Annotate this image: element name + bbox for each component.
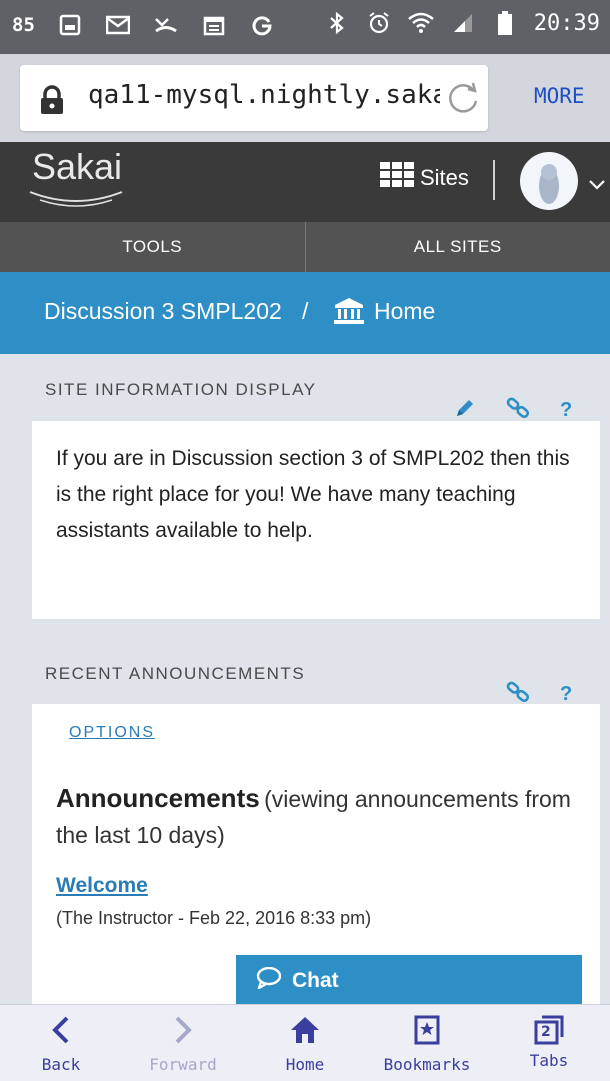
- site-info-tool-icons: ?: [454, 396, 572, 424]
- sakai-header: Sakai Sites: [0, 142, 610, 222]
- back-label: Back: [41, 1055, 81, 1074]
- home-label: Home: [285, 1055, 325, 1074]
- url-field[interactable]: qa11-mysql.nightly.sakai: [20, 65, 488, 131]
- sites-label: Sites: [420, 165, 469, 190]
- breadcrumb-separator: /: [302, 298, 309, 324]
- browser-toolbar: qa11-mysql.nightly.sakai MORE: [0, 54, 610, 142]
- institution-icon: [333, 297, 365, 329]
- status-number: 85: [12, 14, 35, 36]
- chat-button[interactable]: Chat: [236, 955, 582, 1007]
- chevron-down-icon[interactable]: [588, 176, 606, 195]
- browser-bottom-nav: Back Forward Home Bookmarks 2 Tabs: [0, 1004, 610, 1081]
- battery-icon: [492, 10, 518, 36]
- wifi-icon: [407, 10, 434, 36]
- forward-button[interactable]: Forward: [122, 1005, 244, 1081]
- grid-icon: [380, 162, 414, 194]
- site-info-title: SITE INFORMATION DISPLAY: [45, 380, 317, 399]
- link-icon[interactable]: [506, 396, 530, 424]
- back-arrow-icon: [50, 1015, 72, 1049]
- gallery-icon: [57, 12, 83, 38]
- back-button[interactable]: Back: [0, 1005, 122, 1081]
- breadcrumb-page: Home: [374, 298, 436, 324]
- tabs-icon: 2: [534, 1015, 564, 1045]
- help-icon[interactable]: ?: [560, 683, 572, 706]
- bookmarks-label: Bookmarks: [383, 1055, 471, 1074]
- tab-tools[interactable]: TOOLS: [0, 222, 305, 272]
- chat-bubble-icon: [256, 966, 282, 995]
- sakai-logo[interactable]: Sakai: [32, 146, 122, 188]
- forward-arrow-icon: [172, 1015, 194, 1049]
- missed-call-icon: [153, 12, 179, 38]
- site-info-text: If you are in Discussion section 3 of SM…: [56, 447, 570, 542]
- bluetooth-icon: [324, 10, 350, 36]
- avatar[interactable]: [520, 152, 578, 210]
- tab-all-sites[interactable]: ALL SITES: [304, 222, 610, 272]
- options-link[interactable]: OPTIONS: [69, 724, 155, 742]
- sites-button[interactable]: Sites: [380, 162, 469, 194]
- status-bar: 85 20:39: [0, 0, 610, 54]
- announcements-title: RECENT ANNOUNCEMENTS: [45, 664, 306, 683]
- breadcrumb: Discussion 3 SMPL202 / Home: [0, 272, 610, 354]
- url-text: qa11-mysql.nightly.sakai: [88, 80, 440, 110]
- announcements-heading-title: Announcements: [56, 783, 260, 813]
- announcement-meta: (The Instructor - Feb 22, 2016 8:33 pm): [56, 908, 372, 928]
- forward-label: Forward: [149, 1055, 217, 1074]
- bookmark-star-icon: [414, 1015, 440, 1049]
- logo-swoosh-icon: [28, 188, 124, 214]
- tabs-button[interactable]: 2 Tabs: [488, 1005, 610, 1081]
- mail-icon: [105, 12, 131, 38]
- site-info-panel: If you are in Discussion section 3 of SM…: [32, 421, 600, 619]
- chat-label: Chat: [292, 969, 339, 992]
- nav-tabs: TOOLS ALL SITES: [0, 222, 610, 272]
- header-divider: [493, 160, 495, 200]
- clock-time: 20:39: [533, 10, 600, 36]
- lock-icon: [38, 85, 66, 119]
- home-button[interactable]: Home: [244, 1005, 366, 1081]
- tabs-count: 2: [541, 1024, 551, 1040]
- announcements-heading: Announcements (viewing announcements fro…: [56, 782, 596, 855]
- bookmarks-button[interactable]: Bookmarks: [366, 1005, 488, 1081]
- signal-icon: [450, 10, 476, 36]
- more-button[interactable]: MORE: [534, 84, 585, 108]
- help-icon[interactable]: ?: [560, 399, 572, 422]
- home-icon: [290, 1015, 320, 1049]
- tabs-label: Tabs: [529, 1051, 569, 1070]
- google-icon: [249, 12, 275, 38]
- pencil-icon[interactable]: [454, 397, 476, 423]
- breadcrumb-site[interactable]: Discussion 3 SMPL202: [44, 298, 282, 325]
- calendar-icon: [201, 12, 227, 38]
- announcement-link[interactable]: Welcome: [56, 874, 148, 898]
- alarm-icon: [366, 10, 392, 36]
- reload-icon[interactable]: [444, 79, 482, 121]
